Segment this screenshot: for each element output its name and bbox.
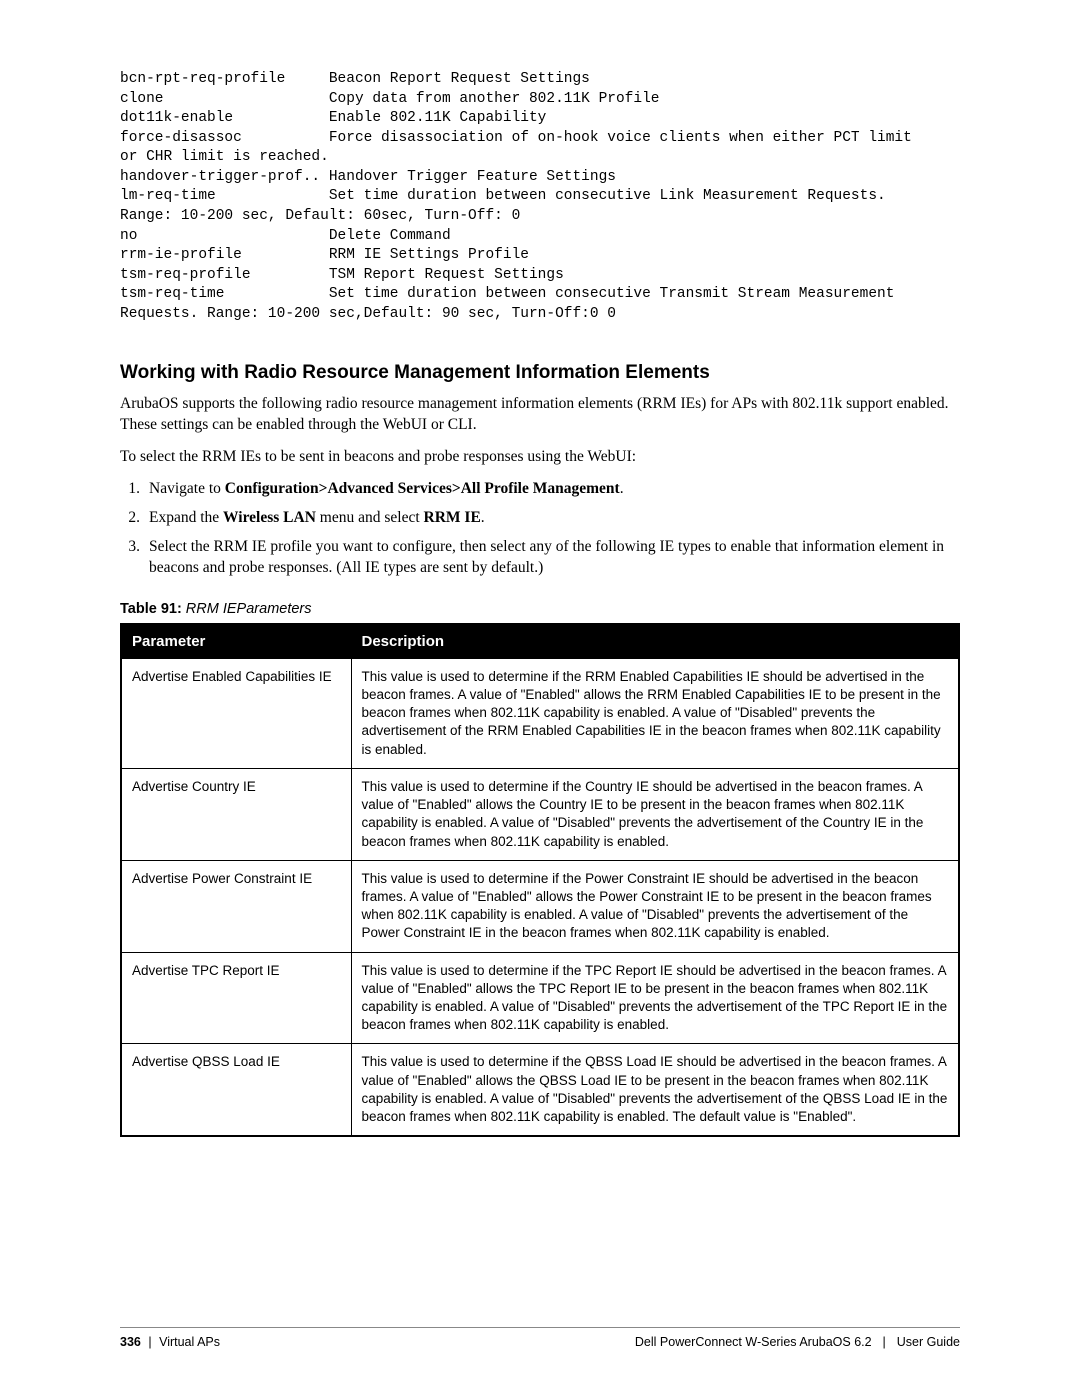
list-number: 3. [127, 537, 140, 558]
list-text-prefix: Expand the [149, 509, 223, 526]
table-header-description: Description [351, 624, 959, 659]
list-text-prefix: Navigate to [149, 480, 225, 497]
desc-cell: This value is used to determine if the P… [351, 860, 959, 952]
list-text-bold: Wireless LAN [223, 509, 316, 526]
table-caption-italic: RRM IEParameters [182, 601, 312, 617]
steps-list: 1.Navigate to Configuration>Advanced Ser… [138, 479, 960, 579]
desc-cell: This value is used to determine if the C… [351, 768, 959, 860]
table-row: Advertise Enabled Capabilities IE This v… [121, 658, 959, 768]
list-text-suffix: . [481, 509, 485, 526]
param-cell: Advertise TPC Report IE [121, 952, 351, 1044]
list-item: 2.Expand the Wireless LAN menu and selec… [138, 508, 960, 529]
footer-right: Dell PowerConnect W-Series ArubaOS 6.2 |… [635, 1335, 960, 1349]
section-heading: Working with Radio Resource Management I… [120, 362, 960, 384]
list-number: 2. [127, 508, 140, 529]
table-caption: Table 91: RRM IEParameters [120, 601, 960, 617]
footer-left: 336 | Virtual APs [120, 1335, 220, 1349]
desc-cell: This value is used to determine if the R… [351, 658, 959, 768]
page-footer: 336 | Virtual APs Dell PowerConnect W-Se… [120, 1327, 960, 1349]
table-row: Advertise TPC Report IE This value is us… [121, 952, 959, 1044]
page-number: 336 [120, 1335, 141, 1349]
code-block: bcn-rpt-req-profile Beacon Report Reques… [120, 70, 960, 324]
footer-left-text: Virtual APs [159, 1335, 220, 1349]
intro-paragraph-2: To select the RRM IEs to be sent in beac… [120, 447, 960, 468]
table-row: Advertise Power Constraint IE This value… [121, 860, 959, 952]
table-caption-bold: Table 91: [120, 601, 182, 617]
table-header-row: Parameter Description [121, 624, 959, 659]
parameters-table: Parameter Description Advertise Enabled … [120, 623, 960, 1138]
param-cell: Advertise Power Constraint IE [121, 860, 351, 952]
table-row: Advertise QBSS Load IE This value is use… [121, 1044, 959, 1136]
list-text-mid: menu and select [316, 509, 424, 526]
footer-doc: User Guide [897, 1335, 960, 1349]
list-item: 3.Select the RRM IE profile you want to … [138, 537, 960, 579]
param-cell: Advertise QBSS Load IE [121, 1044, 351, 1136]
desc-cell: This value is used to determine if the T… [351, 952, 959, 1044]
desc-cell: This value is used to determine if the Q… [351, 1044, 959, 1136]
footer-product: Dell PowerConnect W-Series ArubaOS 6.2 [635, 1335, 872, 1349]
intro-paragraph-1: ArubaOS supports the following radio res… [120, 394, 960, 436]
list-item: 1.Navigate to Configuration>Advanced Ser… [138, 479, 960, 500]
footer-separator: | [148, 1335, 151, 1349]
param-cell: Advertise Country IE [121, 768, 351, 860]
list-text-bold2: RRM IE [424, 509, 481, 526]
list-text-suffix: . [620, 480, 624, 497]
list-text-prefix: Select the RRM IE profile you want to co… [149, 538, 944, 576]
param-cell: Advertise Enabled Capabilities IE [121, 658, 351, 768]
table-header-parameter: Parameter [121, 624, 351, 659]
footer-separator: | [879, 1335, 889, 1349]
table-row: Advertise Country IE This value is used … [121, 768, 959, 860]
list-number: 1. [127, 479, 140, 500]
list-text-bold: Configuration>Advanced Services>All Prof… [225, 480, 620, 497]
